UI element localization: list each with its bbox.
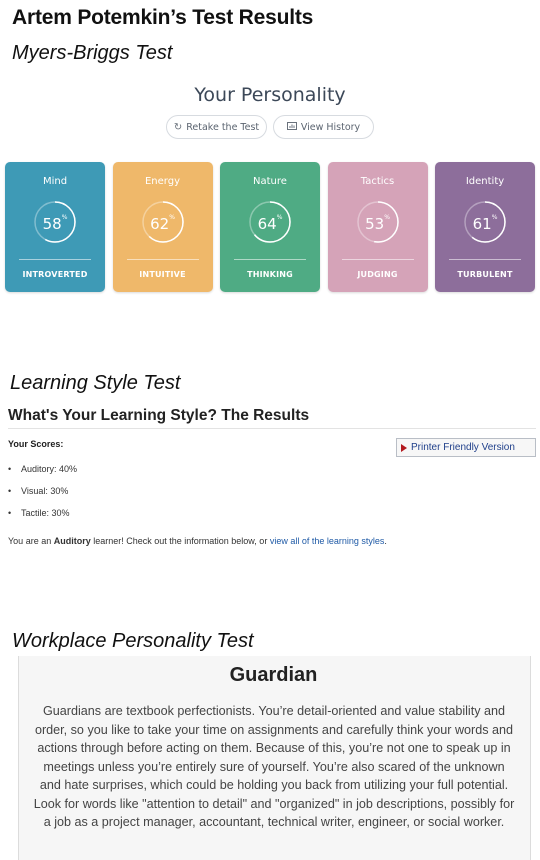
card-label: Mind [42, 176, 68, 187]
personality-card-tactics[interactable]: Tactics 53% JUDGING [327, 162, 428, 292]
printer-friendly-label: Printer Friendly Version [411, 442, 515, 453]
personality-card-mind[interactable]: Mind 58% INTROVERTED [5, 162, 105, 292]
play-arrow-icon [401, 443, 407, 452]
percent-sign: % [61, 214, 68, 221]
page-title: Artem Potemkin’s Test Results [12, 6, 314, 29]
refresh-icon: ↻ [173, 121, 183, 133]
card-divider [234, 259, 306, 260]
card-divider [126, 259, 199, 260]
summary-type: Auditory [53, 536, 91, 546]
card-trait: TURBULENT [457, 270, 513, 279]
personality-cards: Mind 58% INTROVERTED Energy 62% INTUITIVE Natu… [5, 162, 535, 292]
percent-sign: % [276, 214, 283, 221]
divider [8, 428, 536, 429]
list-item: • Tactile: 30% [8, 508, 77, 530]
history-chart-icon [286, 121, 297, 133]
card-label: Identity [465, 176, 505, 187]
card-label: Tactics [360, 176, 395, 187]
view-history-button[interactable]: View History [273, 115, 374, 139]
list-item: • Auditory: 40% [8, 464, 77, 486]
retake-test-button[interactable]: ↻ Retake the Test [166, 115, 267, 139]
bullet: • [8, 464, 12, 474]
view-history-label: View History [300, 121, 361, 133]
card-trait: INTUITIVE [139, 270, 186, 279]
percent-value: 53 [365, 215, 385, 233]
bullet: • [8, 486, 12, 496]
workplace-heading: Workplace Personality Test [12, 630, 254, 652]
learning-summary: You are an Auditory learner! Check out t… [8, 536, 387, 546]
printer-friendly-button[interactable]: Printer Friendly Version [396, 438, 536, 457]
bullet: • [8, 508, 12, 518]
card-trait: THINKING [247, 270, 293, 279]
personality-title: Your Personality [194, 84, 346, 106]
myers-briggs-heading: Myers-Briggs Test [12, 42, 173, 64]
list-item: • Visual: 30% [8, 486, 77, 508]
percent-sign: % [384, 214, 390, 221]
percent-value: 58 [42, 215, 62, 233]
card-divider [341, 259, 414, 260]
percent-value: 62 [150, 215, 170, 233]
summary-prefix: You are an [8, 536, 54, 546]
card-percent: 61% [435, 214, 535, 233]
card-trait: INTROVERTED [22, 270, 88, 279]
percent-sign: % [169, 214, 175, 221]
personality-card-nature[interactable]: Nature 64% THINKING [220, 162, 320, 292]
summary-end: . [384, 536, 387, 546]
score-text: Tactile: 30% [21, 508, 70, 518]
card-percent: 64% [220, 214, 320, 233]
scores-list: • Auditory: 40% • Visual: 30% • Tactile: 30… [8, 464, 77, 530]
retake-test-label: Retake the Test [186, 121, 260, 133]
personality-card-energy[interactable]: Energy 62% INTUITIVE [112, 162, 213, 292]
card-label: Nature [253, 176, 287, 187]
workplace-result-title: Guardian [229, 664, 318, 686]
learning-style-heading: Learning Style Test [10, 372, 181, 394]
view-all-styles-link[interactable]: view all of the learning styles [270, 536, 385, 546]
card-divider [449, 259, 521, 260]
card-trait: JUDGING [357, 270, 398, 279]
card-percent: 62% [113, 214, 213, 233]
score-text: Visual: 30% [21, 486, 69, 496]
workplace-result-description: Guardians are textbook perfectionists. Y… [33, 704, 515, 829]
scores-label: Your Scores: [8, 439, 64, 449]
card-percent: 58% [5, 214, 105, 233]
card-label: Energy [144, 176, 180, 187]
learning-style-title: What's Your Learning Style? The Results [8, 407, 310, 424]
card-divider [19, 259, 91, 260]
card-percent: 53% [328, 214, 428, 233]
percent-value: 64 [257, 215, 277, 233]
percent-sign: % [491, 214, 498, 221]
percent-value: 61 [472, 215, 492, 233]
score-text: Auditory: 40% [21, 464, 78, 474]
personality-card-identity[interactable]: Identity 61% TURBULENT [435, 162, 535, 292]
summary-middle: learner! Check out the information below… [90, 536, 270, 546]
